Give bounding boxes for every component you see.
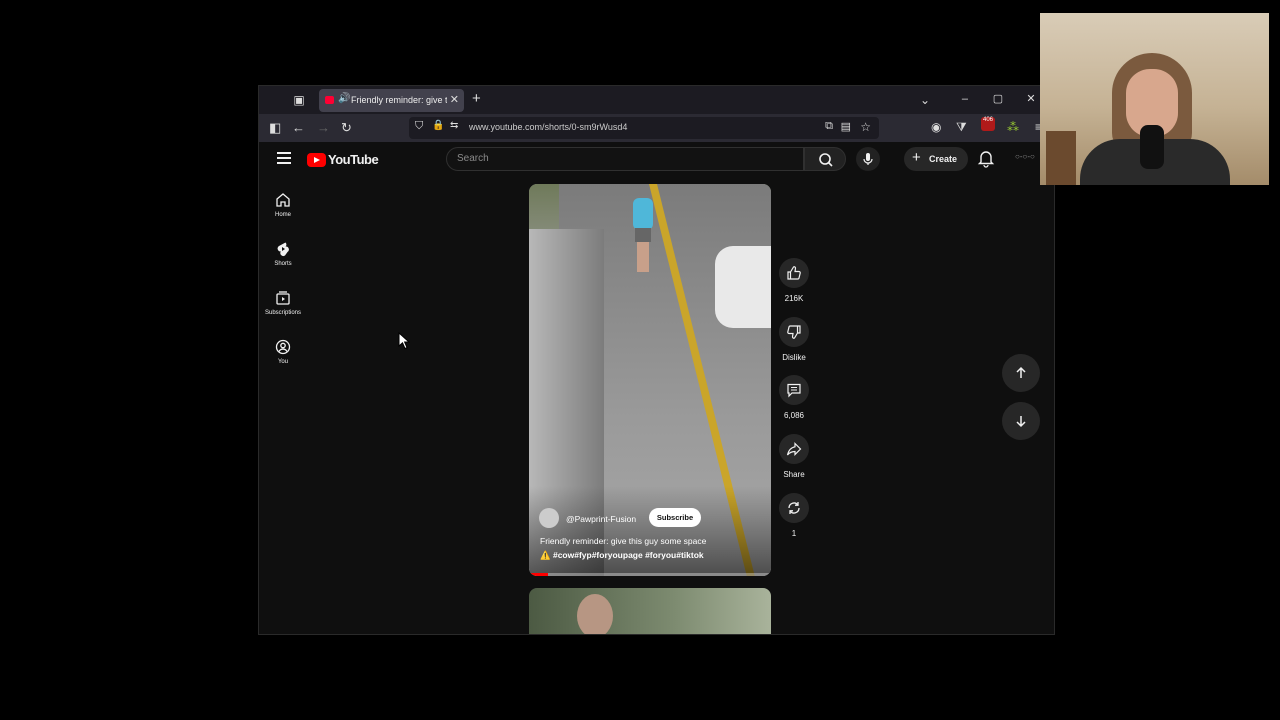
permissions-icon[interactable]: ⇆ xyxy=(450,120,458,131)
short-hashtags: ⚠️ #cow#fyp#foryoupage #foryou#tiktok xyxy=(540,550,704,561)
remix-button[interactable]: 1 xyxy=(779,493,809,538)
arrow-down-icon xyxy=(1016,416,1026,428)
youtube-play-icon xyxy=(307,152,326,167)
youtube-favicon-icon xyxy=(325,96,334,104)
next-short-button[interactable] xyxy=(1002,402,1040,440)
remix-count: 1 xyxy=(791,529,797,538)
hashtags-text[interactable]: #cow#fyp#foryoupage #foryou#tiktok xyxy=(553,550,704,560)
short-caption: Friendly reminder: give this guy some sp… xyxy=(540,536,707,546)
arrow-up-icon xyxy=(1016,366,1026,378)
channel-avatar[interactable] xyxy=(539,508,559,528)
subscribe-button[interactable]: Subscribe xyxy=(649,508,701,527)
subscriptions-icon xyxy=(276,291,290,305)
search-button[interactable] xyxy=(804,147,846,171)
search-icon xyxy=(819,153,833,167)
extensions-icon[interactable]: ⧩ xyxy=(956,120,967,135)
video-overlay-gradient xyxy=(529,486,771,576)
remix-icon xyxy=(788,502,800,514)
account-icon[interactable]: ◉ xyxy=(931,120,941,134)
create-button[interactable]: + Create xyxy=(904,147,968,171)
maximize-button[interactable]: ▢ xyxy=(983,92,1013,105)
channel-handle[interactable]: @Pawprint-Fusion xyxy=(566,514,636,524)
sidebar-item-you[interactable]: You xyxy=(261,339,305,365)
speaker-icon[interactable]: 🔊 xyxy=(338,93,350,104)
sidebar-item-subscriptions[interactable]: Subscriptions xyxy=(261,290,305,316)
dislike-button[interactable]: Dislike xyxy=(779,317,809,362)
account-avatar[interactable]: ○-○-○ xyxy=(1015,152,1035,161)
video-progress-bar[interactable] xyxy=(529,573,771,576)
voice-search-button[interactable] xyxy=(856,147,880,171)
video-frame-person xyxy=(629,194,657,276)
tab-title: Friendly reminder: give this guy some sp… xyxy=(351,95,447,105)
picture-in-picture-icon[interactable]: ⧉ xyxy=(825,120,833,133)
search-input[interactable]: Search xyxy=(446,147,804,171)
forward-button[interactable]: → xyxy=(317,120,330,135)
address-bar[interactable]: ⛉ 🔒 ⇆ www.youtube.com/shorts/0-sm9rWusd4… xyxy=(409,117,879,139)
notifications-button[interactable] xyxy=(977,148,995,173)
reload-button[interactable]: ↻ xyxy=(341,120,352,136)
short-video-player[interactable]: @Pawprint-Fusion Subscribe Friendly remi… xyxy=(529,184,771,576)
url-text: www.youtube.com/shorts/0-sm9rWusd4 xyxy=(469,122,628,132)
webcam-background-shelf xyxy=(1046,131,1076,185)
mouse-cursor-icon xyxy=(398,332,410,350)
reader-view-icon[interactable]: ▤ xyxy=(841,120,851,133)
close-tab-icon[interactable]: ✕ xyxy=(450,93,459,106)
like-button[interactable]: 216K xyxy=(779,258,809,303)
comment-icon xyxy=(787,383,801,398)
webcam-overlay xyxy=(1040,13,1269,185)
thumbs-up-icon xyxy=(787,266,801,280)
tab-bar: ▣ 🔊 Friendly reminder: give this guy som… xyxy=(259,86,1054,114)
back-button[interactable]: ← xyxy=(292,120,305,135)
previous-short-button[interactable] xyxy=(1002,354,1040,392)
youtube-page: YouTube Search + Create ○-○-○ Home Short… xyxy=(259,142,1054,634)
tab-youtube-short[interactable]: 🔊 Friendly reminder: give this guy some … xyxy=(319,89,464,112)
thumbs-down-icon xyxy=(787,325,801,339)
bookmark-star-icon[interactable]: ☆ xyxy=(860,120,871,134)
guide-menu-icon[interactable] xyxy=(277,152,291,164)
extension-icon[interactable]: ⁂ xyxy=(1007,120,1019,134)
comments-button[interactable]: 6,086 xyxy=(779,375,809,420)
home-icon xyxy=(276,193,290,207)
like-count: 216K xyxy=(784,294,804,303)
share-label: Share xyxy=(783,470,805,479)
dislike-label: Dislike xyxy=(782,353,806,362)
sidebar-toggle-icon[interactable]: ◧ xyxy=(269,120,281,136)
youtube-logo[interactable]: YouTube xyxy=(307,151,379,169)
sidebar-item-shorts[interactable]: Shorts xyxy=(261,241,305,267)
sidebar-item-home[interactable]: Home xyxy=(261,192,305,218)
warning-icon: ⚠️ xyxy=(540,550,551,560)
shield-icon[interactable]: ⛉ xyxy=(415,120,423,133)
video-progress-fill xyxy=(529,573,549,576)
comment-count: 6,086 xyxy=(783,411,805,420)
you-icon xyxy=(275,339,291,355)
next-short-preview[interactable] xyxy=(529,588,771,634)
shorts-icon xyxy=(277,242,289,257)
webcam-microphone xyxy=(1140,125,1164,169)
extension-badge[interactable]: 406 xyxy=(981,117,995,131)
microphone-icon xyxy=(863,153,873,165)
minimize-button[interactable]: – xyxy=(950,93,980,105)
plus-icon: + xyxy=(912,149,921,166)
lock-icon[interactable]: 🔒 xyxy=(432,120,444,131)
youtube-header: YouTube Search + Create ○-○-○ xyxy=(259,142,1054,178)
tab-overview-icon[interactable]: ▣ xyxy=(291,92,307,108)
video-frame-car xyxy=(715,246,771,328)
new-tab-button[interactable]: + xyxy=(472,90,481,107)
bell-icon xyxy=(977,151,995,168)
share-icon xyxy=(786,442,802,456)
share-button[interactable]: Share xyxy=(779,434,809,479)
navigation-toolbar: ◧ ← → ↻ ⛉ 🔒 ⇆ www.youtube.com/shorts/0-s… xyxy=(259,114,1054,142)
browser-window: ▣ 🔊 Friendly reminder: give this guy som… xyxy=(258,85,1055,635)
tab-list-chevron-icon[interactable]: ⌄ xyxy=(917,92,933,108)
window-controls: – ▢ ✕ xyxy=(950,92,1046,105)
video-frame-person xyxy=(577,594,613,634)
